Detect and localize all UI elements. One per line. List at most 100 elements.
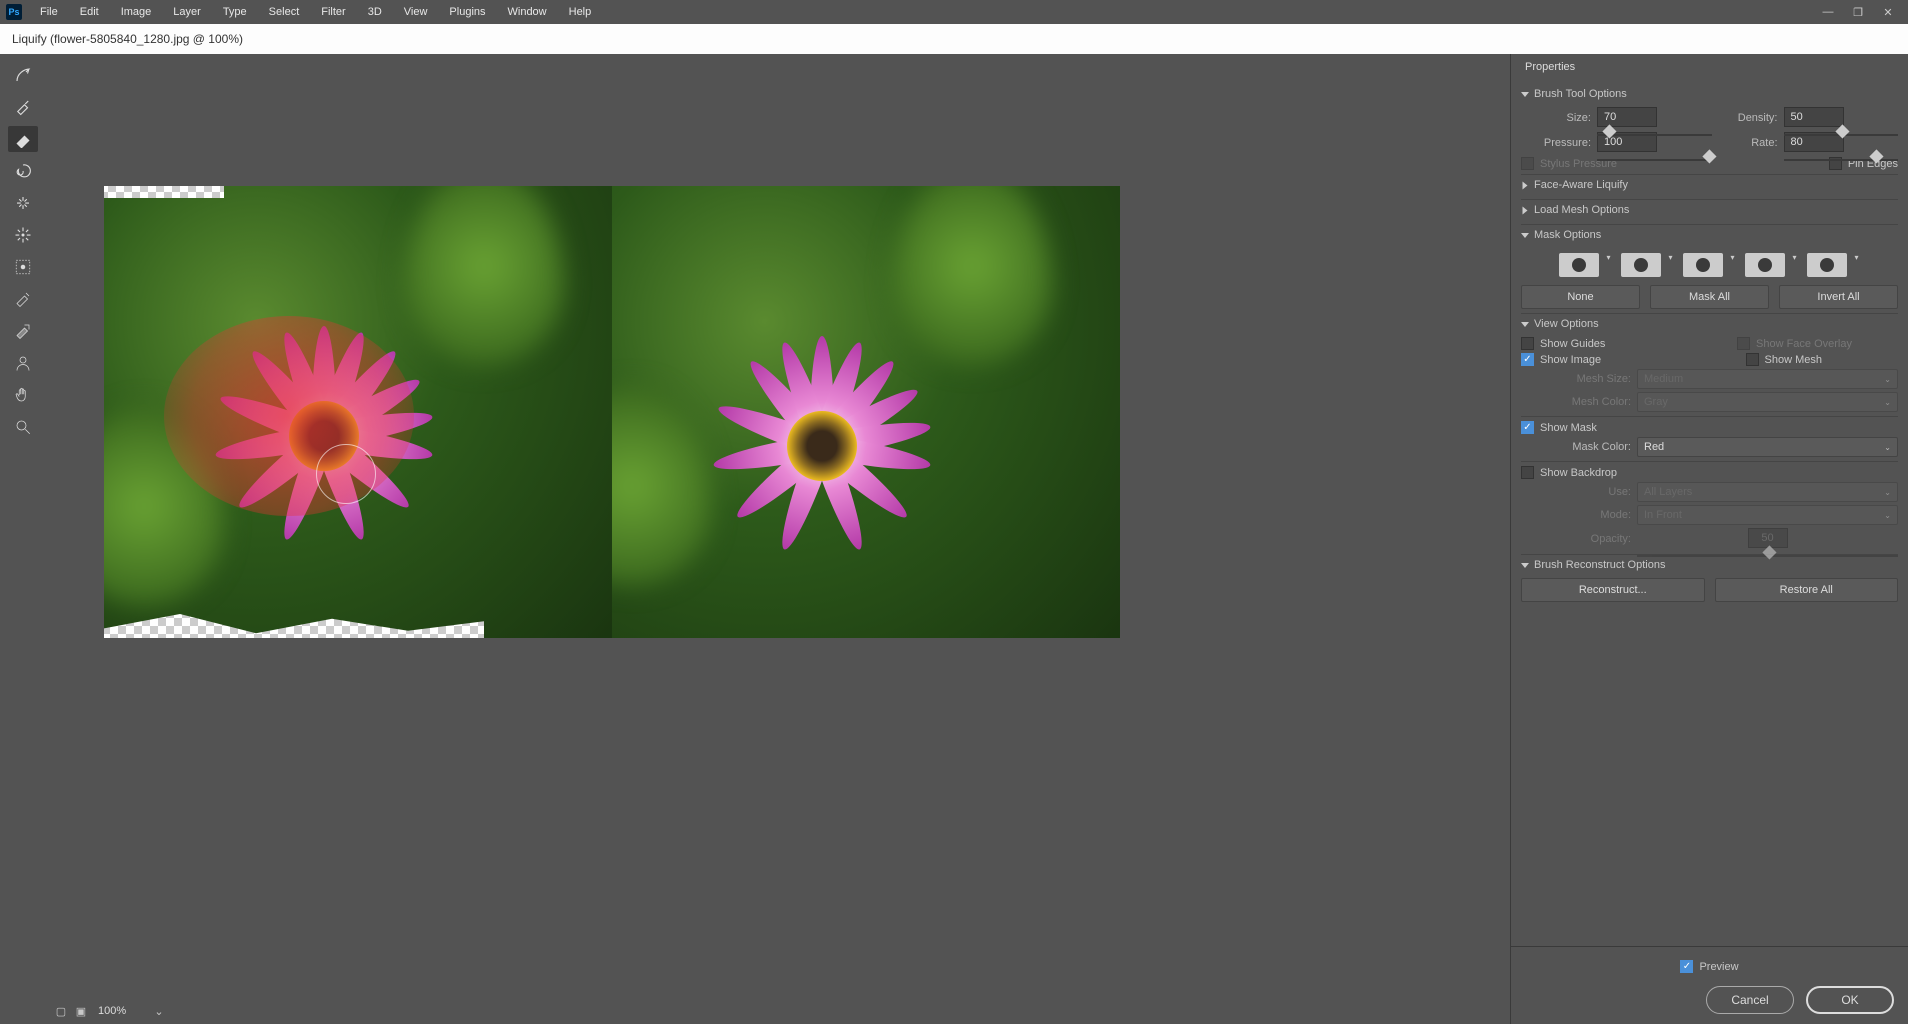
stylus-pressure-checkbox [1521,157,1534,170]
menu-edit[interactable]: Edit [70,3,109,21]
show-guides-checkbox[interactable] [1521,337,1534,350]
show-image-checkbox[interactable] [1521,353,1534,366]
mask-mode-4[interactable] [1745,253,1785,277]
section-view-options[interactable]: View Options [1521,313,1898,334]
rate-label: Rate: [1718,137,1778,149]
ps-logo-icon: Ps [6,4,22,20]
face-tool[interactable] [8,350,38,376]
menu-select[interactable]: Select [259,3,310,21]
title-text: Liquify (flower-5805840_1280.jpg @ 100%) [12,32,243,46]
use-label: Use: [1521,486,1631,498]
push-left-tool[interactable] [8,254,38,280]
pressure-label: Pressure: [1521,137,1591,149]
brush-cursor-icon [316,444,376,504]
density-input[interactable] [1784,107,1844,127]
opacity-label: Opacity: [1521,533,1631,545]
section-mask-options[interactable]: Mask Options [1521,224,1898,245]
opacity-input [1748,528,1788,548]
restore-all-button[interactable]: Restore All [1715,578,1899,602]
section-label: Face-Aware Liquify [1534,179,1628,191]
mesh-size-label: Mesh Size: [1521,373,1631,385]
menu-type[interactable]: Type [213,3,257,21]
menu-layer[interactable]: Layer [163,3,211,21]
mask-mode-1[interactable] [1559,253,1599,277]
cancel-button[interactable]: Cancel [1706,986,1794,1014]
show-mask-checkbox[interactable] [1521,421,1534,434]
show-backdrop-checkbox[interactable] [1521,466,1534,479]
mesh-color-label: Mesh Color: [1521,396,1631,408]
smooth-tool[interactable] [8,126,38,152]
section-brush-reconstruct[interactable]: Brush Reconstruct Options [1521,554,1898,575]
show-backdrop-label: Show Backdrop [1540,467,1617,479]
hand-tool[interactable] [8,382,38,408]
size-input[interactable] [1597,107,1657,127]
ok-button[interactable]: OK [1806,986,1894,1014]
preview-label: Preview [1699,961,1738,973]
close-window-button[interactable]: ✕ [1874,2,1902,22]
show-face-overlay-checkbox [1737,337,1750,350]
zoom-input[interactable] [94,1002,146,1020]
mesh-size-select: Medium⌄ [1637,369,1898,389]
menu-plugins[interactable]: Plugins [439,3,495,21]
section-face-aware[interactable]: Face-Aware Liquify [1521,174,1898,195]
mask-invert-button[interactable]: Invert All [1779,285,1898,309]
forward-warp-tool[interactable] [8,62,38,88]
menu-view[interactable]: View [394,3,438,21]
zoom-dropdown[interactable]: ⌄ [152,1004,166,1018]
mask-color-select[interactable]: Red⌄ [1637,437,1898,457]
menu-image[interactable]: Image [111,3,162,21]
menu-file[interactable]: File [30,3,68,21]
canvas-area: ▢ ▣ ⌄ [46,54,1510,1024]
zoom-out-button[interactable]: ▢ [54,1004,68,1018]
zoom-tool[interactable] [8,414,38,440]
document-title: Liquify (flower-5805840_1280.jpg @ 100%) [0,24,1908,54]
zoom-bar: ▢ ▣ ⌄ [46,998,1510,1024]
show-guides-label: Show Guides [1540,338,1605,350]
size-label: Size: [1521,112,1591,124]
section-label: Brush Tool Options [1534,88,1627,100]
mask-all-button[interactable]: Mask All [1650,285,1769,309]
minimize-button[interactable]: — [1814,2,1842,22]
panel-title: Properties [1521,54,1898,80]
menu-window[interactable]: Window [498,3,557,21]
properties-panel: Properties Brush Tool Options Size: Dens… [1510,54,1908,1024]
section-label: Brush Reconstruct Options [1534,559,1665,571]
mask-color-label: Mask Color: [1521,441,1631,453]
show-mesh-checkbox[interactable] [1746,353,1759,366]
show-mask-label: Show Mask [1540,422,1597,434]
reconstruct-button[interactable]: Reconstruct... [1521,578,1705,602]
freeze-mask-tool[interactable] [8,286,38,312]
canvas[interactable] [104,186,1120,638]
section-load-mesh[interactable]: Load Mesh Options [1521,199,1898,220]
menu-filter[interactable]: Filter [311,3,355,21]
show-face-overlay-label: Show Face Overlay [1756,338,1852,350]
thaw-mask-tool[interactable] [8,318,38,344]
mask-mode-3[interactable] [1683,253,1723,277]
section-label: Mask Options [1534,229,1601,241]
menu-help[interactable]: Help [559,3,602,21]
use-select: All Layers⌄ [1637,482,1898,502]
section-brush-tool-options[interactable]: Brush Tool Options [1521,84,1898,104]
maximize-button[interactable]: ❐ [1844,2,1872,22]
mesh-color-select: Gray⌄ [1637,392,1898,412]
mask-mode-5[interactable] [1807,253,1847,277]
section-label: View Options [1534,318,1599,330]
menu-3d[interactable]: 3D [358,3,392,21]
section-label: Load Mesh Options [1534,204,1629,216]
density-label: Density: [1718,112,1778,124]
mask-none-button[interactable]: None [1521,285,1640,309]
liquify-toolbar [0,54,46,1024]
twirl-tool[interactable] [8,158,38,184]
mode-label: Mode: [1521,509,1631,521]
mask-overlay [164,316,414,516]
mask-mode-2[interactable] [1621,253,1661,277]
show-mesh-label: Show Mesh [1765,354,1822,366]
preview-checkbox[interactable] [1680,960,1693,973]
zoom-in-button[interactable]: ▣ [74,1004,88,1018]
menu-bar: Ps File Edit Image Layer Type Select Fil… [0,0,1908,24]
reconstruct-tool[interactable] [8,94,38,120]
show-image-label: Show Image [1540,354,1601,366]
pucker-tool[interactable] [8,190,38,216]
mode-select: In Front⌄ [1637,505,1898,525]
bloat-tool[interactable] [8,222,38,248]
